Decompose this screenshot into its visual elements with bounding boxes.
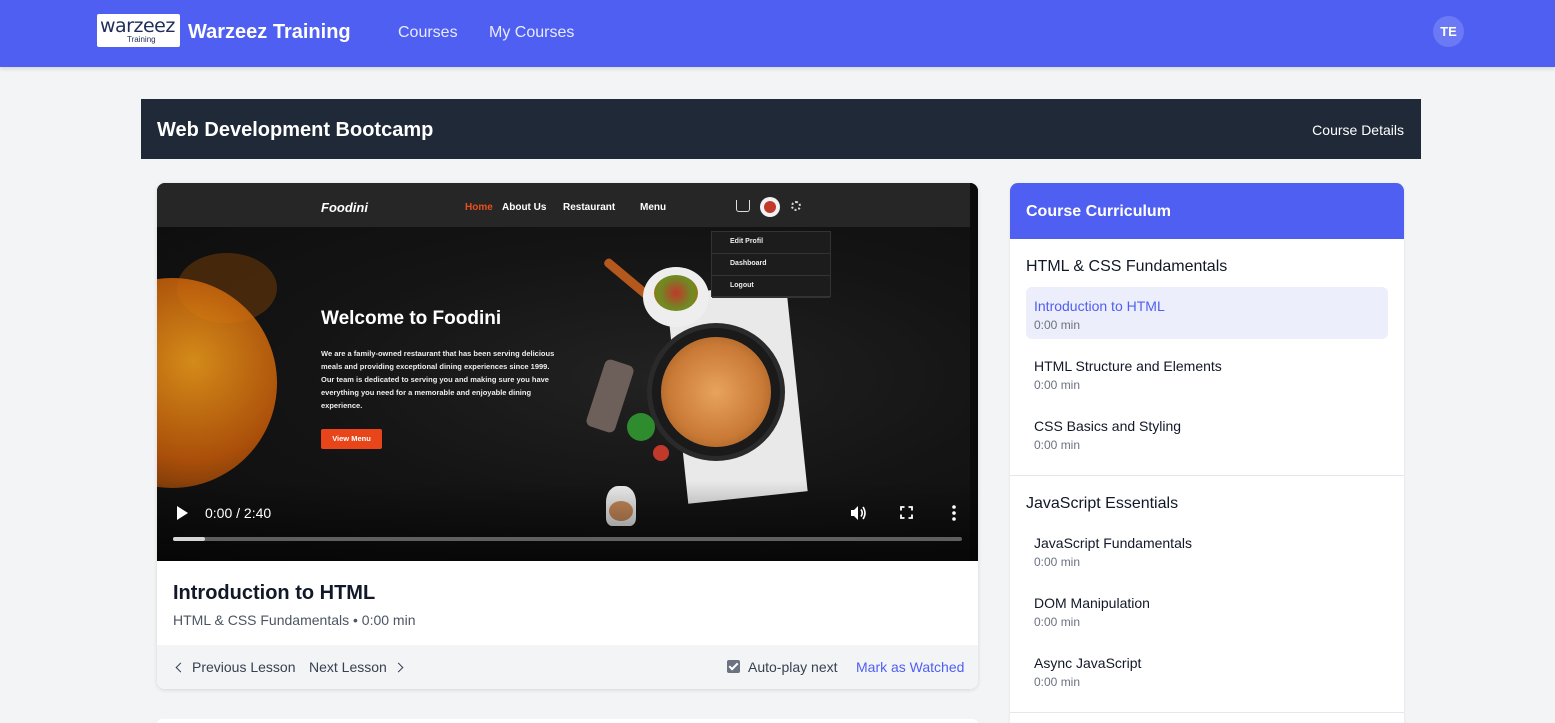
curriculum-section: JavaScript Essentials JavaScript Fundame… [1010, 476, 1404, 713]
curriculum-lesson-duration: 0:00 min [1034, 555, 1081, 569]
volume-icon[interactable] [850, 505, 867, 521]
autoplay-label: Auto-play next [748, 659, 838, 675]
nav-link-courses[interactable]: Courses [398, 23, 458, 43]
video-frame-tomato [653, 445, 669, 461]
curriculum-lesson-title: CSS Basics and Styling [1034, 418, 1182, 434]
fullscreen-icon[interactable] [900, 506, 913, 519]
video-frame-dropdown-item: Edit Profil [712, 232, 830, 254]
curriculum-lesson-item[interactable]: HTML Structure and Elements 0:00 min [1026, 347, 1388, 399]
curriculum-lesson-title: JavaScript Fundamentals [1034, 535, 1192, 551]
video-frame-basil [627, 413, 655, 441]
curriculum-lesson-title: HTML Structure and Elements [1034, 358, 1222, 374]
curriculum-lesson-title: DOM Manipulation [1034, 595, 1150, 611]
video-player[interactable]: Foodini Home About Us Restaurant Menu Ed… [157, 183, 978, 561]
video-progress-fill [173, 537, 205, 541]
video-frame-dropdown-item: Logout [712, 276, 830, 298]
video-frame-dropdown: Edit Profil Dashboard Logout [711, 231, 831, 298]
curriculum-lesson-duration: 0:00 min [1034, 378, 1081, 392]
previous-lesson-button[interactable]: Previous Lesson [175, 658, 296, 676]
section-title: JavaScript Essentials [1026, 495, 1179, 512]
video-frame-avatar [760, 197, 780, 217]
video-frame-nav-about: About Us [502, 202, 547, 213]
cart-icon [736, 200, 750, 212]
next-lesson-label: Next Lesson [309, 659, 387, 675]
curriculum-title: Course Curriculum [1026, 203, 1171, 220]
nav-link-my-courses[interactable]: My Courses [489, 23, 574, 43]
user-avatar[interactable]: TE [1433, 16, 1464, 47]
video-progress-bar[interactable] [173, 537, 962, 541]
logo-subtext: Training [127, 35, 156, 44]
video-frame-nav-home: Home [465, 202, 493, 213]
curriculum-lesson-item[interactable]: DOM Manipulation 0:00 min [1026, 584, 1388, 636]
next-lesson-button[interactable]: Next Lesson [309, 658, 404, 676]
video-frame-dropdown-item: Dashboard [712, 254, 830, 276]
autoplay-checkbox[interactable] [727, 660, 740, 673]
course-header-bar: Web Development Bootcamp Course Details [141, 99, 1421, 159]
sun-icon [791, 201, 801, 211]
video-frame-pasta [661, 337, 771, 447]
curriculum-lesson-duration: 0:00 min [1034, 438, 1081, 452]
course-curriculum-panel: Course Curriculum HTML & CSS Fundamental… [1010, 183, 1404, 723]
top-navbar: warzeez Training Warzeez Training Course… [0, 0, 1555, 67]
lower-card [157, 719, 978, 723]
curriculum-lesson-title: Introduction to HTML [1034, 298, 1165, 314]
curriculum-lesson-item[interactable]: JavaScript Fundamentals 0:00 min [1026, 524, 1388, 576]
lesson-title: Introduction to HTML [173, 582, 376, 604]
curriculum-lesson-item[interactable]: Async JavaScript 0:00 min [1026, 644, 1388, 696]
video-controls-overlay [157, 481, 978, 561]
video-frame-salad [654, 275, 698, 311]
video-frame-site-logo: Foodini [321, 200, 368, 215]
curriculum-lesson-duration: 0:00 min [1034, 318, 1081, 332]
video-time-display: 0:00 / 2:40 [205, 505, 272, 521]
curriculum-lesson-title: Async JavaScript [1034, 655, 1142, 671]
more-options-icon[interactable] [952, 505, 956, 521]
video-frame-site-nav: Foodini Home About Us Restaurant Menu [157, 183, 973, 227]
lesson-meta: HTML & CSS Fundamentals • 0:00 min [173, 612, 416, 628]
logo-wordmark: warzeez [100, 15, 175, 37]
course-title: Web Development Bootcamp [157, 119, 434, 141]
curriculum-header: Course Curriculum [1010, 183, 1404, 239]
video-frame-hero-button: View Menu [321, 429, 382, 449]
curriculum-lesson-duration: 0:00 min [1034, 615, 1081, 629]
curriculum-lesson-item[interactable]: Introduction to HTML 0:00 min [1026, 287, 1388, 339]
chevron-left-icon [175, 662, 186, 673]
course-details-link[interactable]: Course Details [1312, 121, 1404, 139]
previous-lesson-label: Previous Lesson [192, 659, 296, 675]
mark-as-watched-button[interactable]: Mark as Watched [856, 658, 964, 676]
section-title: HTML & CSS Fundamentals [1026, 258, 1228, 275]
video-frame-hero-text: We are a family-owned restaurant that ha… [321, 349, 555, 410]
curriculum-lesson-item[interactable]: CSS Basics and Styling 0:00 min [1026, 407, 1388, 459]
lesson-footer: Previous Lesson Next Lesson Auto-play ne… [157, 645, 978, 689]
video-frame-nav-restaurant: Restaurant [563, 202, 616, 213]
warzeez-logo[interactable]: warzeez Training [97, 14, 180, 47]
curriculum-section: HTML & CSS Fundamentals Introduction to … [1010, 239, 1404, 476]
video-frame-nav-menu: Menu [640, 202, 667, 213]
brand-name[interactable]: Warzeez Training [188, 20, 351, 44]
play-icon[interactable] [177, 506, 188, 520]
video-card: Foodini Home About Us Restaurant Menu Ed… [157, 183, 978, 689]
chevron-right-icon [393, 662, 404, 673]
video-frame-hero-title: Welcome to Foodini [321, 308, 502, 329]
curriculum-lesson-duration: 0:00 min [1034, 675, 1081, 689]
